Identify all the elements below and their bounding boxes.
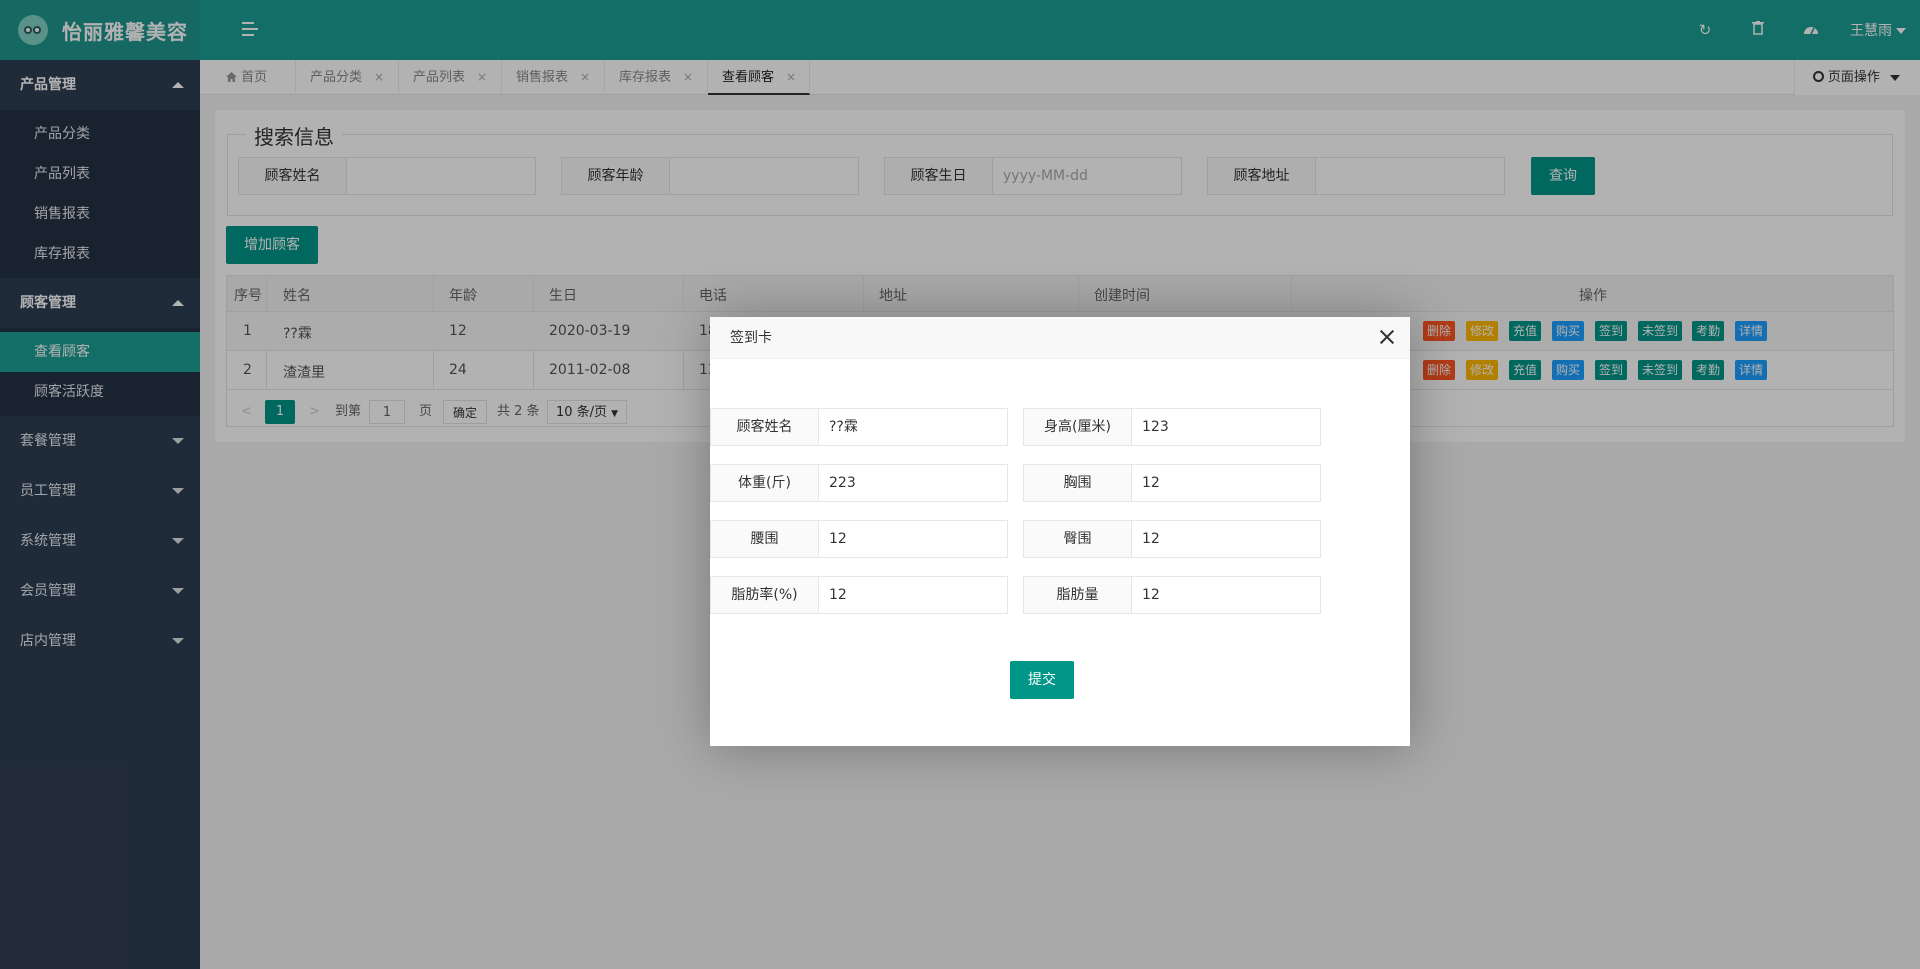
modal-field-name: 顾客姓名 ??霖 xyxy=(710,408,1008,446)
modal-field-fat-mass: 脂肪量 12 xyxy=(1023,576,1321,614)
modal-title: 签到卡 xyxy=(710,317,1410,359)
name-input[interactable]: ??霖 xyxy=(819,409,1007,445)
height-input[interactable]: 123 xyxy=(1132,409,1320,445)
modal-field-height: 身高(厘米) 123 xyxy=(1023,408,1321,446)
field-label: 臀围 xyxy=(1024,521,1132,557)
field-label: 脂肪量 xyxy=(1024,577,1132,613)
field-label: 胸围 xyxy=(1024,465,1132,501)
checkin-card-modal: 签到卡 顾客姓名 ??霖 身高(厘米) 123 体重(斤) 223 胸围 12 … xyxy=(710,317,1410,746)
close-icon[interactable] xyxy=(1378,328,1396,346)
modal-field-weight: 体重(斤) 223 xyxy=(710,464,1008,502)
submit-button[interactable]: 提交 xyxy=(1010,661,1074,699)
field-label: 身高(厘米) xyxy=(1024,409,1132,445)
weight-input[interactable]: 223 xyxy=(819,465,1007,501)
modal-field-hip: 臀围 12 xyxy=(1023,520,1321,558)
field-label: 脂肪率(%) xyxy=(711,577,819,613)
fat-rate-input[interactable]: 12 xyxy=(819,577,1007,613)
modal-field-waist: 腰围 12 xyxy=(710,520,1008,558)
modal-field-fat-rate: 脂肪率(%) 12 xyxy=(710,576,1008,614)
waist-input[interactable]: 12 xyxy=(819,521,1007,557)
field-label: 顾客姓名 xyxy=(711,409,819,445)
modal-field-chest: 胸围 12 xyxy=(1023,464,1321,502)
field-label: 腰围 xyxy=(711,521,819,557)
hip-input[interactable]: 12 xyxy=(1132,521,1320,557)
chest-input[interactable]: 12 xyxy=(1132,465,1320,501)
field-label: 体重(斤) xyxy=(711,465,819,501)
fat-mass-input[interactable]: 12 xyxy=(1132,577,1320,613)
